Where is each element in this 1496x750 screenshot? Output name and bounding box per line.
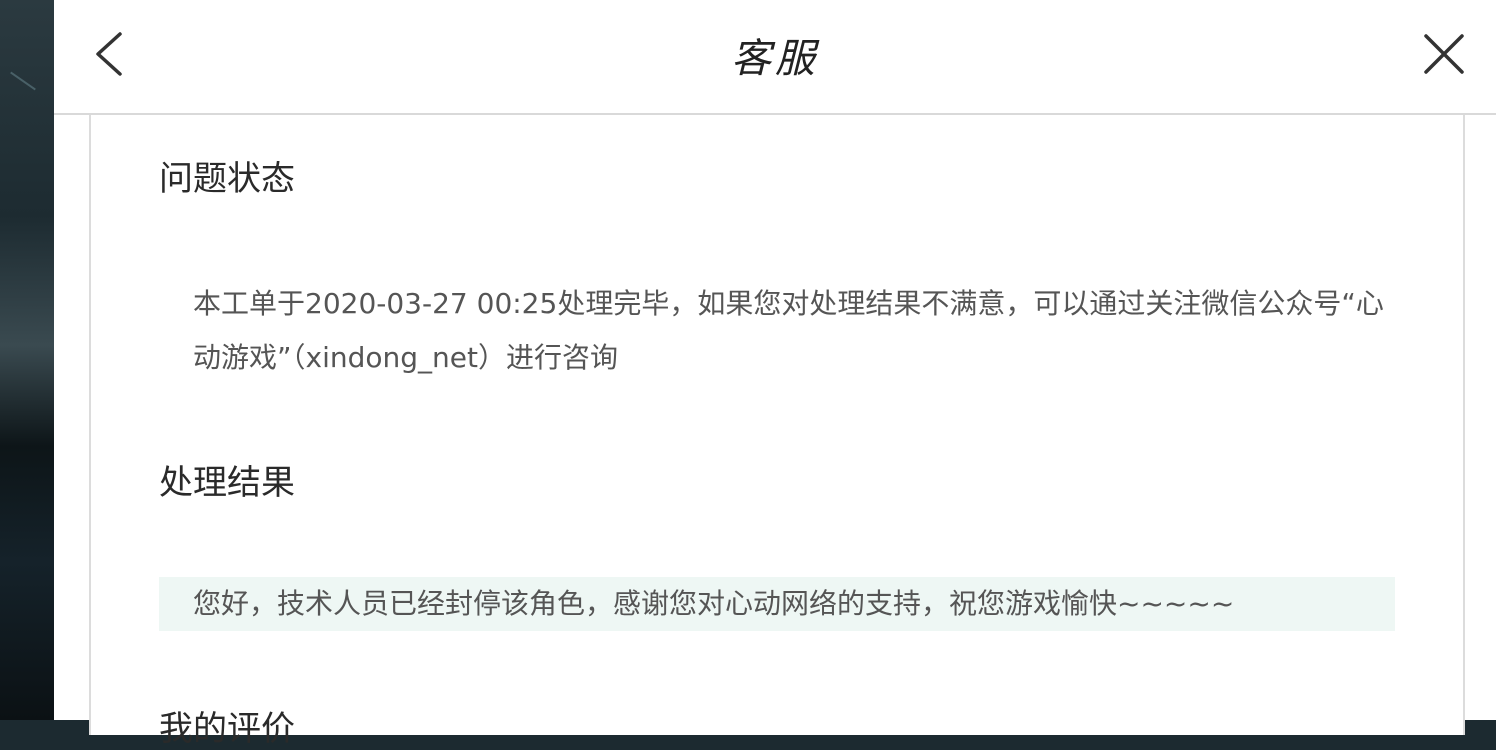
result-message: 您好，技术人员已经封停该角色，感谢您对心动网络的支持，祝您游戏愉快~~~~~ — [193, 587, 1235, 620]
customer-service-panel: 客服 问题状态 本工单于2020-03-27 00:25处理完毕，如果您对处理结… — [54, 0, 1496, 749]
top-bar: 客服 — [54, 0, 1496, 115]
status-heading: 问题状态 — [159, 159, 295, 199]
close-icon — [1424, 34, 1464, 74]
result-box: 您好，技术人员已经封停该角色，感谢您对心动网络的支持，祝您游戏愉快~~~~~ — [159, 577, 1395, 631]
close-button[interactable] — [1412, 22, 1476, 86]
background-scene — [0, 0, 54, 720]
review-heading: 我的评价 — [159, 709, 295, 749]
ticket-detail[interactable]: 问题状态 本工单于2020-03-27 00:25处理完毕，如果您对处理结果不满… — [89, 115, 1465, 749]
page-title: 客服 — [731, 36, 819, 82]
result-heading: 处理结果 — [159, 463, 295, 503]
status-message: 本工单于2020-03-27 00:25处理完毕，如果您对处理结果不满意，可以通… — [193, 287, 1384, 374]
